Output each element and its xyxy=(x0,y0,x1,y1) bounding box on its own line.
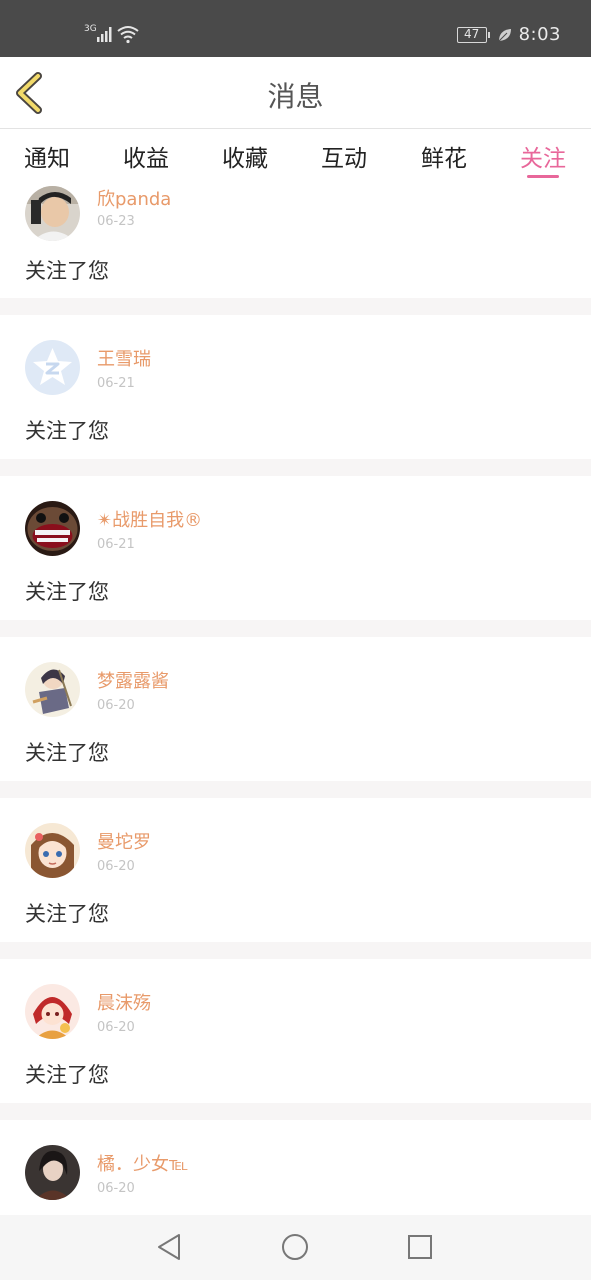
status-bar: 3G 47 8:03 xyxy=(0,0,591,57)
leaf-icon xyxy=(498,28,511,41)
page-title: 消息 xyxy=(267,80,324,113)
user-name[interactable]: 曼坨罗 xyxy=(97,828,151,854)
list-item[interactable]: 王雪瑞 06-21 关注了您 xyxy=(0,315,591,459)
list-item[interactable]: 欣panda 06-23 关注了您 xyxy=(0,183,591,298)
follow-date: 06-20 xyxy=(97,859,135,874)
follow-date: 06-21 xyxy=(97,537,135,552)
tab-notifications[interactable]: 通知 xyxy=(24,139,70,173)
recents-square-icon[interactable] xyxy=(405,1232,435,1262)
clock: 8:03 xyxy=(518,24,561,45)
follow-list[interactable]: 欣panda 06-23 关注了您 王雪瑞 06-21 关注了您 ✴战胜自我® … xyxy=(0,183,591,1215)
tab-follows[interactable]: 关注 xyxy=(520,139,566,173)
user-name[interactable]: 梦露露酱 xyxy=(97,667,169,693)
follow-message: 关注了您 xyxy=(25,259,109,283)
user-avatar[interactable] xyxy=(25,823,80,878)
user-avatar[interactable] xyxy=(25,984,80,1039)
tab-bar: 通知 收益 收藏 互动 鲜花 关注 xyxy=(0,129,591,183)
follow-message: 关注了您 xyxy=(25,419,109,443)
status-right: 47 8:03 xyxy=(456,24,561,45)
tab-active-indicator xyxy=(527,175,559,178)
user-name[interactable]: 王雪瑞 xyxy=(97,345,151,371)
follow-date: 06-21 xyxy=(97,376,135,391)
user-avatar[interactable] xyxy=(25,662,80,717)
follow-message: 关注了您 xyxy=(25,902,109,926)
network-type: 3G xyxy=(84,24,97,34)
list-item[interactable]: 曼坨罗 06-20 关注了您 xyxy=(0,798,591,942)
signal-wifi-icon: 3G xyxy=(84,24,139,44)
list-item[interactable]: ✴战胜自我® 06-21 关注了您 xyxy=(0,476,591,620)
follow-message: 关注了您 xyxy=(25,580,109,604)
tab-earnings[interactable]: 收益 xyxy=(123,139,169,173)
tab-favorites[interactable]: 收藏 xyxy=(222,139,268,173)
user-avatar[interactable] xyxy=(25,186,80,241)
follow-date: 06-20 xyxy=(97,698,135,713)
follow-message: 关注了您 xyxy=(25,741,109,765)
user-avatar[interactable] xyxy=(25,1145,80,1200)
battery-icon: 47 xyxy=(456,26,490,43)
home-circle-icon[interactable] xyxy=(280,1232,310,1262)
tab-interactions[interactable]: 互动 xyxy=(321,139,367,173)
follow-date: 06-20 xyxy=(97,1020,135,1035)
user-name[interactable]: 欣panda xyxy=(97,185,171,211)
follow-message: 关注了您 xyxy=(25,1063,109,1087)
user-name[interactable]: 晨沫殇 xyxy=(97,989,151,1015)
list-item[interactable]: 橘．少女℡ 06-20 xyxy=(0,1120,591,1215)
user-name[interactable]: 橘．少女℡ xyxy=(97,1150,188,1176)
user-name[interactable]: ✴战胜自我® xyxy=(97,506,202,532)
user-avatar[interactable] xyxy=(25,501,80,556)
default-avatar-icon[interactable] xyxy=(25,340,80,395)
back-triangle-icon[interactable] xyxy=(154,1232,184,1262)
system-nav-bar xyxy=(0,1215,591,1280)
follow-date: 06-20 xyxy=(97,1181,135,1196)
list-item[interactable]: 梦露露酱 06-20 关注了您 xyxy=(0,637,591,781)
tab-flowers[interactable]: 鲜花 xyxy=(421,139,467,173)
follow-date: 06-23 xyxy=(97,214,135,229)
list-item[interactable]: 晨沫殇 06-20 关注了您 xyxy=(0,959,591,1103)
app-header: 消息 xyxy=(0,57,591,129)
